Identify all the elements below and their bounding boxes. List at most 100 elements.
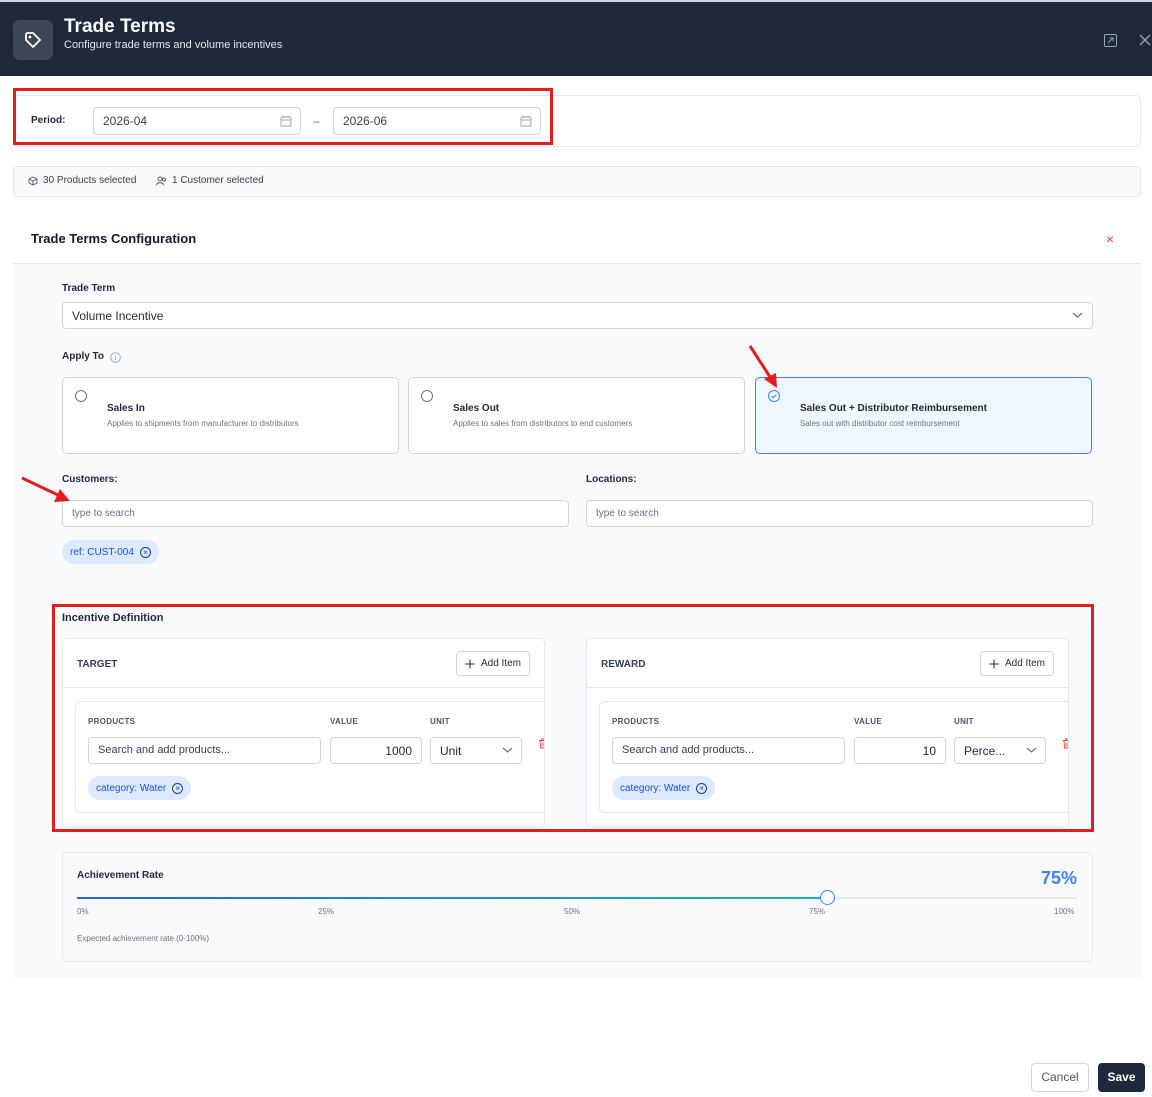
customers-selected-label: 1 Customer selected — [172, 175, 264, 186]
reward-value: 10 — [922, 744, 936, 758]
close-icon[interactable] — [1137, 32, 1152, 48]
remove-chip-icon[interactable]: × — [172, 782, 184, 794]
tag-icon — [13, 20, 53, 60]
achievement-card: Achievement Rate 75% 0% 25% 50% 75% 100%… — [62, 852, 1093, 962]
achievement-help: Expected achievement rate (0-100%) — [77, 934, 210, 943]
products-selected-label: 30 Products selected — [43, 175, 137, 186]
target-products-input[interactable]: Search and add products... — [88, 737, 321, 764]
achievement-slider-thumb[interactable] — [820, 890, 835, 905]
option-description: Applies to shipments from manufacturer t… — [107, 419, 299, 428]
reward-unit-select[interactable]: Perce... — [954, 737, 1046, 764]
app-header: Trade Terms Configure trade terms and vo… — [0, 0, 1152, 76]
apply-to-text: Apply To — [62, 350, 105, 362]
trash-icon[interactable] — [538, 738, 545, 749]
divider — [587, 687, 1068, 688]
col-value: VALUE — [854, 717, 883, 726]
customers-search-input[interactable]: type to search — [62, 500, 569, 527]
calendar-icon — [280, 116, 292, 127]
reward-products-input[interactable]: Search and add products... — [612, 737, 845, 764]
config-close-icon[interactable]: × — [1106, 231, 1114, 247]
expand-icon[interactable] — [1102, 32, 1118, 48]
tick-label: 0% — [77, 907, 89, 916]
option-title: Sales Out + Distributor Reimbursement — [800, 403, 987, 414]
period-separator: – — [313, 114, 320, 128]
plus-icon — [465, 659, 475, 668]
target-card: TARGET Add Item PRODUCTS VALUE UNIT Sear… — [62, 638, 545, 828]
tick-label: 100% — [1054, 907, 1075, 916]
target-unit: Unit — [440, 744, 462, 758]
col-products: PRODUCTS — [612, 717, 660, 726]
target-item-row: PRODUCTS VALUE UNIT Search and add produ… — [75, 701, 545, 813]
locations-placeholder: type to search — [596, 508, 659, 519]
locations-search-input[interactable]: type to search — [586, 500, 1093, 527]
chevron-down-icon — [1026, 747, 1037, 753]
chevron-down-icon — [1072, 312, 1083, 318]
trade-term-label: Trade Term — [62, 283, 116, 294]
annotation-arrow — [21, 476, 70, 502]
locations-label: Locations: — [586, 474, 637, 485]
chip-label: category: Water — [620, 782, 691, 794]
period-end-value: 2026-06 — [343, 114, 388, 128]
radio-button[interactable] — [421, 390, 433, 402]
tick-label: 50% — [564, 907, 581, 916]
period-label: Period: — [31, 115, 66, 126]
users-icon — [156, 176, 166, 185]
option-description: Sales out with distributor cost reimburs… — [800, 419, 960, 428]
option-description: Applies to sales from distributors to en… — [453, 419, 633, 428]
trade-term-select[interactable]: Volume Incentive — [62, 302, 1093, 329]
apply-option-sales-out-reimbursement[interactable]: Sales Out + Distributor Reimbursement Sa… — [755, 377, 1092, 454]
col-unit: UNIT — [430, 717, 450, 726]
period-end-input[interactable]: 2026-06 — [333, 107, 541, 135]
reward-category-chip: category: Water × — [612, 776, 716, 800]
trade-term-value: Volume Incentive — [72, 309, 164, 323]
plus-icon — [989, 659, 999, 668]
add-item-label: Add Item — [1004, 658, 1045, 669]
reward-unit: Perce... — [964, 744, 1006, 758]
chip-label: category: Water — [96, 782, 167, 794]
config-title: Trade Terms Configuration — [31, 231, 197, 246]
apply-to-label: Apply To — [62, 349, 121, 363]
reward-card: REWARD Add Item PRODUCTS VALUE UNIT Sear… — [586, 638, 1069, 828]
cancel-button[interactable]: Cancel — [1031, 1063, 1089, 1092]
option-title: Sales Out — [453, 403, 500, 414]
calendar-icon — [520, 116, 532, 127]
add-reward-item-button[interactable]: Add Item — [979, 651, 1054, 676]
customers-selected[interactable]: 1 Customer selected — [156, 175, 264, 186]
apply-option-sales-in[interactable]: Sales In Applies to shipments from manuf… — [62, 377, 399, 454]
save-button[interactable]: Save — [1098, 1063, 1145, 1092]
products-selected[interactable]: 30 Products selected — [28, 175, 136, 186]
products-placeholder: Search and add products... — [622, 744, 755, 756]
target-title: TARGET — [77, 659, 118, 670]
divider — [63, 687, 544, 688]
add-target-item-button[interactable]: Add Item — [455, 651, 530, 676]
period-start-value: 2026-04 — [103, 114, 148, 128]
target-value: 1000 — [385, 744, 412, 758]
target-unit-select[interactable]: Unit — [430, 737, 522, 764]
products-placeholder: Search and add products... — [98, 744, 231, 756]
page-title: Trade Terms — [64, 16, 176, 37]
chip-label: ref: CUST-004 — [70, 546, 134, 558]
customers-placeholder: type to search — [72, 508, 135, 519]
remove-chip-icon[interactable]: × — [139, 546, 151, 558]
remove-chip-icon[interactable]: × — [696, 782, 708, 794]
annotation-arrow — [748, 345, 777, 388]
info-icon[interactable] — [110, 352, 121, 363]
achievement-slider-fill — [77, 897, 827, 899]
achievement-slider-track[interactable] — [77, 890, 1077, 905]
chevron-down-icon — [502, 747, 513, 753]
achievement-label: Achievement Rate — [77, 870, 164, 881]
period-start-input[interactable]: 2026-04 — [93, 107, 301, 135]
reward-title: REWARD — [601, 659, 646, 670]
target-value-input[interactable]: 1000 — [330, 737, 422, 764]
achievement-value: 75% — [1040, 868, 1077, 888]
radio-button[interactable] — [75, 390, 87, 402]
option-title: Sales In — [107, 403, 145, 414]
check-icon — [771, 394, 777, 399]
apply-option-sales-out[interactable]: Sales Out Applies to sales from distribu… — [408, 377, 745, 454]
customer-chip: ref: CUST-004 × — [62, 540, 159, 564]
incentive-title: Incentive Definition — [62, 612, 164, 624]
col-unit: UNIT — [954, 717, 974, 726]
col-products: PRODUCTS — [88, 717, 136, 726]
reward-value-input[interactable]: 10 — [854, 737, 946, 764]
trash-icon[interactable] — [1062, 738, 1069, 749]
